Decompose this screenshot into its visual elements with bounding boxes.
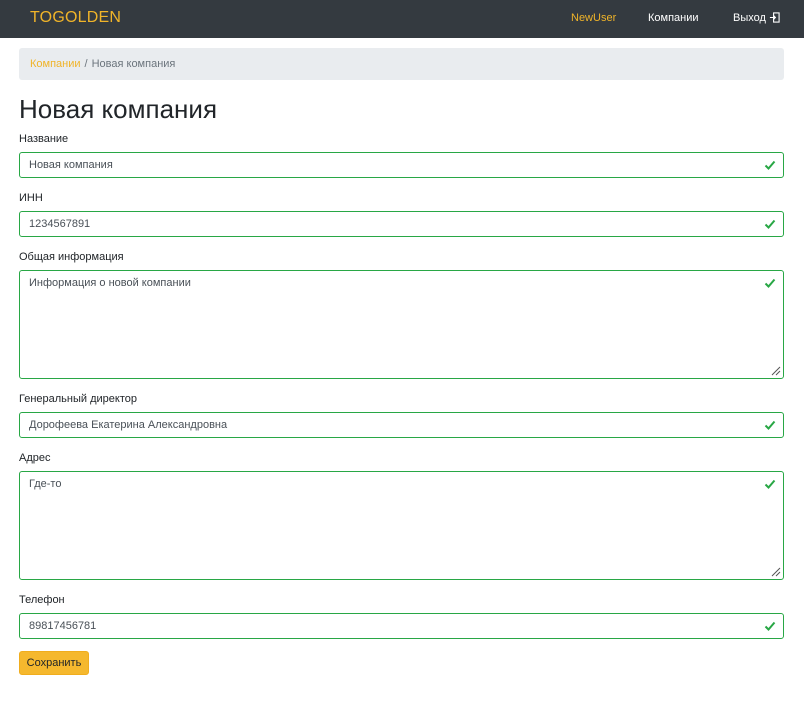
nav-logout[interactable]: Выход bbox=[733, 11, 780, 24]
check-icon bbox=[764, 479, 776, 489]
director-input[interactable]: Дорофеева Екатерина Александровна bbox=[19, 412, 784, 438]
inn-label: ИНН bbox=[19, 192, 43, 204]
nav-user[interactable]: NewUser bbox=[571, 12, 616, 24]
director-input-value: Дорофеева Екатерина Александровна bbox=[29, 419, 228, 431]
name-input[interactable]: Новая компания bbox=[19, 152, 784, 178]
breadcrumb-separator: / bbox=[84, 58, 88, 70]
breadcrumb-companies-link[interactable]: Компании bbox=[30, 58, 81, 70]
navbar: TOGOLDEN NewUser Компании Выход bbox=[0, 0, 804, 38]
info-textarea[interactable]: Информация о новой компании bbox=[19, 270, 784, 379]
page-title: Новая компания bbox=[19, 94, 218, 124]
name-label: Название bbox=[19, 133, 69, 145]
phone-input-value: 89817456781 bbox=[29, 620, 97, 632]
check-icon bbox=[764, 420, 776, 430]
check-icon bbox=[764, 278, 776, 288]
inn-input-value: 1234567891 bbox=[29, 218, 91, 230]
nav-companies[interactable]: Компании bbox=[648, 12, 699, 24]
name-input-value: Новая компания bbox=[29, 159, 113, 171]
resize-handle-icon[interactable] bbox=[771, 366, 781, 376]
save-button[interactable]: Сохранить bbox=[19, 651, 89, 675]
check-icon bbox=[764, 160, 776, 170]
director-label: Генеральный директор bbox=[19, 393, 137, 405]
breadcrumb-current: Новая компания bbox=[91, 58, 176, 70]
address-label: Адрес bbox=[19, 452, 51, 464]
brand-logo[interactable]: TOGOLDEN bbox=[30, 9, 121, 27]
address-textarea[interactable]: Где-то bbox=[19, 471, 784, 580]
inn-input[interactable]: 1234567891 bbox=[19, 211, 784, 237]
address-textarea-value: Где-то bbox=[29, 478, 62, 490]
nav-logout-label: Выход bbox=[733, 12, 766, 24]
check-icon bbox=[764, 219, 776, 229]
phone-input[interactable]: 89817456781 bbox=[19, 613, 784, 639]
info-label: Общая информация bbox=[19, 251, 124, 263]
breadcrumb: Компании / Новая компания bbox=[19, 48, 784, 80]
logout-icon bbox=[769, 11, 780, 23]
resize-handle-icon[interactable] bbox=[771, 567, 781, 577]
phone-label: Телефон bbox=[19, 594, 65, 606]
check-icon bbox=[764, 621, 776, 631]
info-textarea-value: Информация о новой компании bbox=[29, 277, 191, 289]
